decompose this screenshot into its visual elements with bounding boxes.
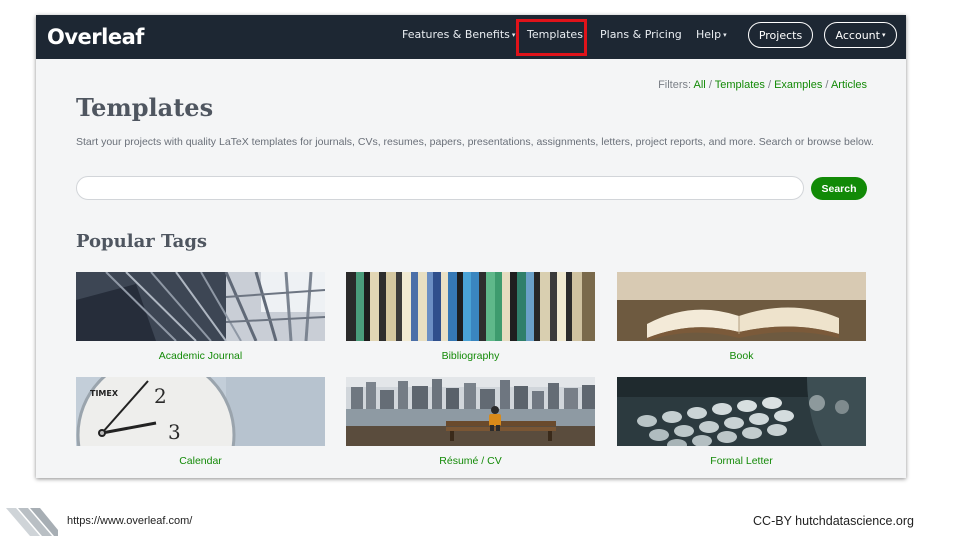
- city-bench-photo: [346, 377, 595, 446]
- caret-down-icon: ▾: [881, 31, 886, 39]
- tag-card-book[interactable]: Book: [617, 272, 866, 362]
- logo-text: Overleaf: [47, 25, 144, 49]
- projects-button-label: Projects: [758, 28, 803, 42]
- browser-screenshot: Overleaf Features & Benefits ▾ Templates …: [36, 15, 906, 478]
- account-menu-button[interactable]: Account ▾: [824, 22, 897, 48]
- overleaf-logo[interactable]: Overleaf: [47, 20, 144, 54]
- library-stairs-photo: [76, 272, 325, 341]
- search-input[interactable]: [76, 176, 804, 200]
- filters-label: Filters:: [658, 79, 692, 91]
- nav-plans-pricing[interactable]: Plans & Pricing: [600, 28, 682, 41]
- nav-plans-label: Plans & Pricing: [600, 28, 682, 41]
- account-button-label: Account: [835, 28, 880, 42]
- filter-articles-link[interactable]: Articles: [831, 79, 867, 91]
- nav-features-label: Features & Benefits: [402, 28, 510, 41]
- clock-photo: TIMEX 2 3: [76, 377, 325, 446]
- svg-text:TIMEX: TIMEX: [90, 389, 119, 398]
- nav-features-benefits[interactable]: Features & Benefits ▾: [402, 28, 515, 41]
- page-description: Start your projects with quality LaTeX t…: [76, 136, 874, 148]
- tag-label: Résumé / CV: [439, 455, 502, 467]
- filter-separator: /: [767, 79, 771, 91]
- tag-label: Formal Letter: [710, 455, 773, 467]
- page-title: Templates: [76, 93, 214, 122]
- bookshelf-photo: [346, 272, 595, 341]
- filter-templates-link[interactable]: Templates: [715, 79, 765, 91]
- popular-tags-heading: Popular Tags: [76, 231, 208, 252]
- nav-help[interactable]: Help ▾: [696, 28, 727, 41]
- tag-card-bibliography[interactable]: Bibliography: [346, 272, 595, 362]
- tag-label: Bibliography: [441, 350, 500, 362]
- filter-separator: /: [825, 79, 829, 91]
- filters-bar: Filters: All / Templates / Examples / Ar…: [658, 79, 867, 91]
- tag-card-formal-letter[interactable]: Formal Letter: [617, 377, 866, 467]
- tag-label: Calendar: [179, 455, 222, 467]
- filter-examples-link[interactable]: Examples: [774, 79, 822, 91]
- footer-url: https://www.overleaf.com/: [67, 515, 193, 527]
- nav-help-label: Help: [696, 28, 722, 41]
- stripes-logo-icon: [6, 508, 58, 536]
- projects-button[interactable]: Projects: [748, 22, 813, 48]
- caret-down-icon: ▾: [723, 31, 727, 39]
- red-highlight-box: [516, 19, 587, 56]
- filter-all-link[interactable]: All: [694, 79, 706, 91]
- tag-card-academic-journal[interactable]: Academic Journal: [76, 272, 325, 362]
- svg-text:2: 2: [154, 384, 167, 408]
- footer-credit: CC-BY hutchdatascience.org: [753, 514, 914, 528]
- search-button[interactable]: Search: [811, 177, 867, 200]
- tag-label: Book: [729, 350, 754, 362]
- slide: Overleaf Features & Benefits ▾ Templates …: [0, 0, 960, 540]
- tag-card-resume-cv[interactable]: Résumé / CV: [346, 377, 595, 467]
- search-button-label: Search: [821, 182, 857, 195]
- filter-separator: /: [708, 79, 712, 91]
- top-navbar: Overleaf Features & Benefits ▾ Templates …: [36, 15, 906, 59]
- caret-down-icon: ▾: [511, 31, 516, 39]
- open-book-photo: [617, 272, 866, 341]
- typewriter-photo: [617, 377, 866, 446]
- tag-label: Academic Journal: [158, 350, 243, 362]
- svg-text:3: 3: [168, 420, 181, 444]
- tag-card-calendar[interactable]: TIMEX 2 3 Calendar: [76, 377, 325, 467]
